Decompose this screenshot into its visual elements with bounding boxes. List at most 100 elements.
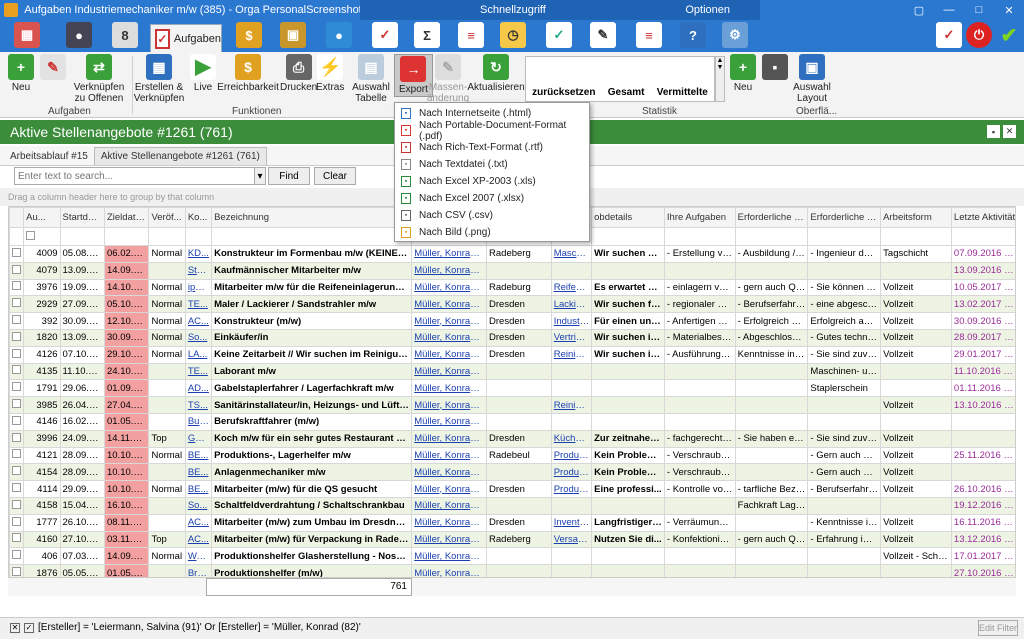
filter-cell[interactable] — [211, 227, 413, 246]
row-checkbox[interactable] — [12, 331, 21, 341]
help-icon[interactable]: ? — [680, 22, 706, 48]
document-icon[interactable]: ≡ — [458, 22, 484, 48]
row-checkbox[interactable] — [12, 499, 21, 509]
row-checkbox-cell[interactable] — [9, 295, 25, 314]
row-checkbox-cell[interactable] — [9, 463, 25, 482]
table-row[interactable]: 399624.09.20...14.11.2016TopGut...Koch m… — [9, 429, 1015, 448]
tab-aufgaben[interactable]: ✓ Aufgaben — [150, 24, 222, 52]
filter-cell[interactable] — [9, 227, 25, 246]
row-checkbox[interactable] — [12, 567, 21, 577]
table-row[interactable]: 292927.09.20...05.10.2016NormalTE...Male… — [9, 295, 1015, 314]
row-checkbox-cell[interactable] — [9, 513, 25, 532]
tab-arbeitsablauf[interactable]: Arbeitsablauf #15 — [4, 147, 94, 165]
sum-icon[interactable]: Σ — [414, 22, 440, 48]
power-icon[interactable]: ⏻ — [966, 22, 992, 48]
user-icon[interactable]: ● — [326, 22, 352, 48]
mass-change-button[interactable]: ✎ Massen-änderung — [427, 54, 469, 104]
quick-access-label[interactable]: Schnellzugriff — [480, 4, 546, 16]
row-checkbox[interactable] — [12, 399, 21, 409]
options-label[interactable]: Optionen — [685, 4, 730, 16]
find-button[interactable]: Find — [268, 167, 310, 185]
maximize-icon[interactable]: □ — [964, 0, 994, 20]
extras-button[interactable]: ⚡ Extras — [316, 54, 344, 93]
filter-cell[interactable] — [734, 227, 809, 246]
search-dropdown-icon[interactable]: ▾ — [254, 167, 266, 185]
table-row[interactable]: 400905.08.20...06.02.2017NormalKD...Kons… — [9, 245, 1015, 263]
column-header[interactable]: Ihre Aufgaben — [663, 207, 736, 228]
row-checkbox[interactable] — [12, 432, 21, 442]
column-header[interactable]: Au... — [23, 207, 61, 228]
table-row[interactable]: 414616.02.20...01.05.2016 Bur...Berufskra… — [9, 412, 1015, 431]
stat-total[interactable]: Gesamt — [608, 87, 645, 98]
row-checkbox[interactable] — [12, 483, 21, 493]
tab-aktive-stellenangebote[interactable]: Aktive Stellenangebote #1261 (761) — [93, 147, 267, 165]
row-checkbox-cell[interactable] — [9, 564, 25, 577]
save-tools[interactable]: ▪ — [762, 54, 788, 82]
table-row[interactable]: 397619.09.20...14.10.2017Normaliper...Mi… — [9, 278, 1015, 297]
table-row[interactable]: 182013.09.20...30.09.2017NormalSo...Eink… — [9, 328, 1015, 347]
stat-placed[interactable]: Vermittelte — [657, 87, 708, 98]
checklist-icon[interactable]: ✓ — [372, 22, 398, 48]
restore-icon[interactable]: ▢ — [904, 0, 934, 20]
row-checkbox[interactable] — [12, 281, 21, 291]
filter-cell[interactable] — [663, 227, 736, 246]
statistics-gallery[interactable]: zurücksetzen Gesamt Vermittelte — [525, 56, 715, 102]
stat-reset[interactable]: zurücksetzen — [532, 87, 595, 98]
row-checkbox-cell[interactable] — [9, 496, 25, 515]
row-checkbox-cell[interactable] — [9, 530, 25, 549]
date-icon[interactable]: 8 — [112, 22, 138, 48]
table-row[interactable]: 416027.10.20...03.11.2017TopAC...Mitarbe… — [9, 530, 1015, 549]
row-checkbox[interactable] — [12, 516, 21, 526]
row-checkbox-cell[interactable] — [9, 245, 25, 263]
row-checkbox-cell[interactable] — [9, 312, 25, 330]
box-icon[interactable]: ▣ — [280, 22, 306, 48]
table-row[interactable]: 179129.06.20...01.09.2016 AD...Gabelstapl… — [9, 379, 1015, 398]
row-checkbox[interactable] — [12, 382, 21, 392]
minimize-icon[interactable]: — — [934, 0, 964, 20]
filter-enabled-checkbox[interactable]: ✓ — [24, 623, 34, 633]
row-checkbox-cell[interactable] — [9, 412, 25, 431]
column-header[interactable]: Arbeitsform — [880, 207, 952, 228]
live-button[interactable]: ▶ Live — [190, 54, 216, 93]
row-checkbox-cell[interactable] — [9, 446, 25, 465]
row-checkbox[interactable] — [12, 315, 21, 325]
new-button-2[interactable]: + Neu — [730, 54, 756, 93]
row-checkbox-cell[interactable] — [9, 547, 25, 566]
column-header[interactable]: Startdat... — [59, 207, 105, 228]
table-row[interactable]: 177726.10.20...08.11.2016 AC...Mitarbeite… — [9, 513, 1015, 532]
column-header[interactable]: Zieldatum — [103, 207, 150, 228]
pin-icon[interactable]: ▪ — [987, 125, 1000, 138]
edit-tools[interactable]: ✎ — [40, 54, 66, 82]
column-header[interactable]: obdetails — [591, 207, 665, 228]
clock-icon[interactable]: ◷ — [500, 22, 526, 48]
table-row[interactable]: 407913.09.20...14.09.2017 Sto...Kaufmänni… — [9, 261, 1015, 280]
person-icon[interactable]: ● — [66, 22, 92, 48]
column-header[interactable]: Letzte Aktivität — [950, 207, 1015, 228]
close-icon[interactable]: ✕ — [994, 0, 1024, 20]
column-header[interactable]: Veröf... — [148, 207, 186, 228]
table-row[interactable]: 412607.10.20...29.10.2016NormalLA...Kein… — [9, 345, 1015, 364]
filter-checkbox[interactable] — [26, 230, 36, 240]
export-menu-item[interactable]: ▪ Nach Portable-Document-Format (.pdf) — [395, 120, 589, 142]
row-checkbox[interactable] — [12, 415, 21, 425]
clear-button[interactable]: Clear — [314, 167, 356, 185]
filter-cell[interactable] — [103, 227, 150, 246]
row-checkbox-cell[interactable] — [9, 480, 25, 498]
export-menu-item[interactable]: ▪ Nach Bild (.png) — [395, 224, 589, 241]
filter-cell[interactable] — [807, 227, 882, 246]
row-checkbox[interactable] — [12, 550, 21, 560]
row-checkbox[interactable] — [12, 533, 21, 543]
export-menu-item[interactable]: ▪ Nach Excel 2007 (.xlsx) — [395, 190, 589, 207]
column-header[interactable]: Erforderliche Ke... — [807, 207, 882, 228]
row-checkbox[interactable] — [12, 247, 21, 257]
list-icon[interactable]: ≡ — [636, 22, 662, 48]
column-header[interactable]: Bezeichnung — [211, 207, 413, 228]
table-row[interactable]: 39230.09.20...12.10.2016NormalAC...Konst… — [9, 312, 1015, 330]
row-checkbox[interactable] — [12, 449, 21, 459]
row-checkbox[interactable] — [12, 466, 21, 476]
row-checkbox-cell[interactable] — [9, 278, 25, 297]
filter-cell[interactable] — [880, 227, 952, 246]
settings-icon[interactable]: ⚙ — [722, 22, 748, 48]
filter-cell[interactable] — [950, 227, 1015, 246]
row-checkbox-cell[interactable] — [9, 328, 25, 347]
